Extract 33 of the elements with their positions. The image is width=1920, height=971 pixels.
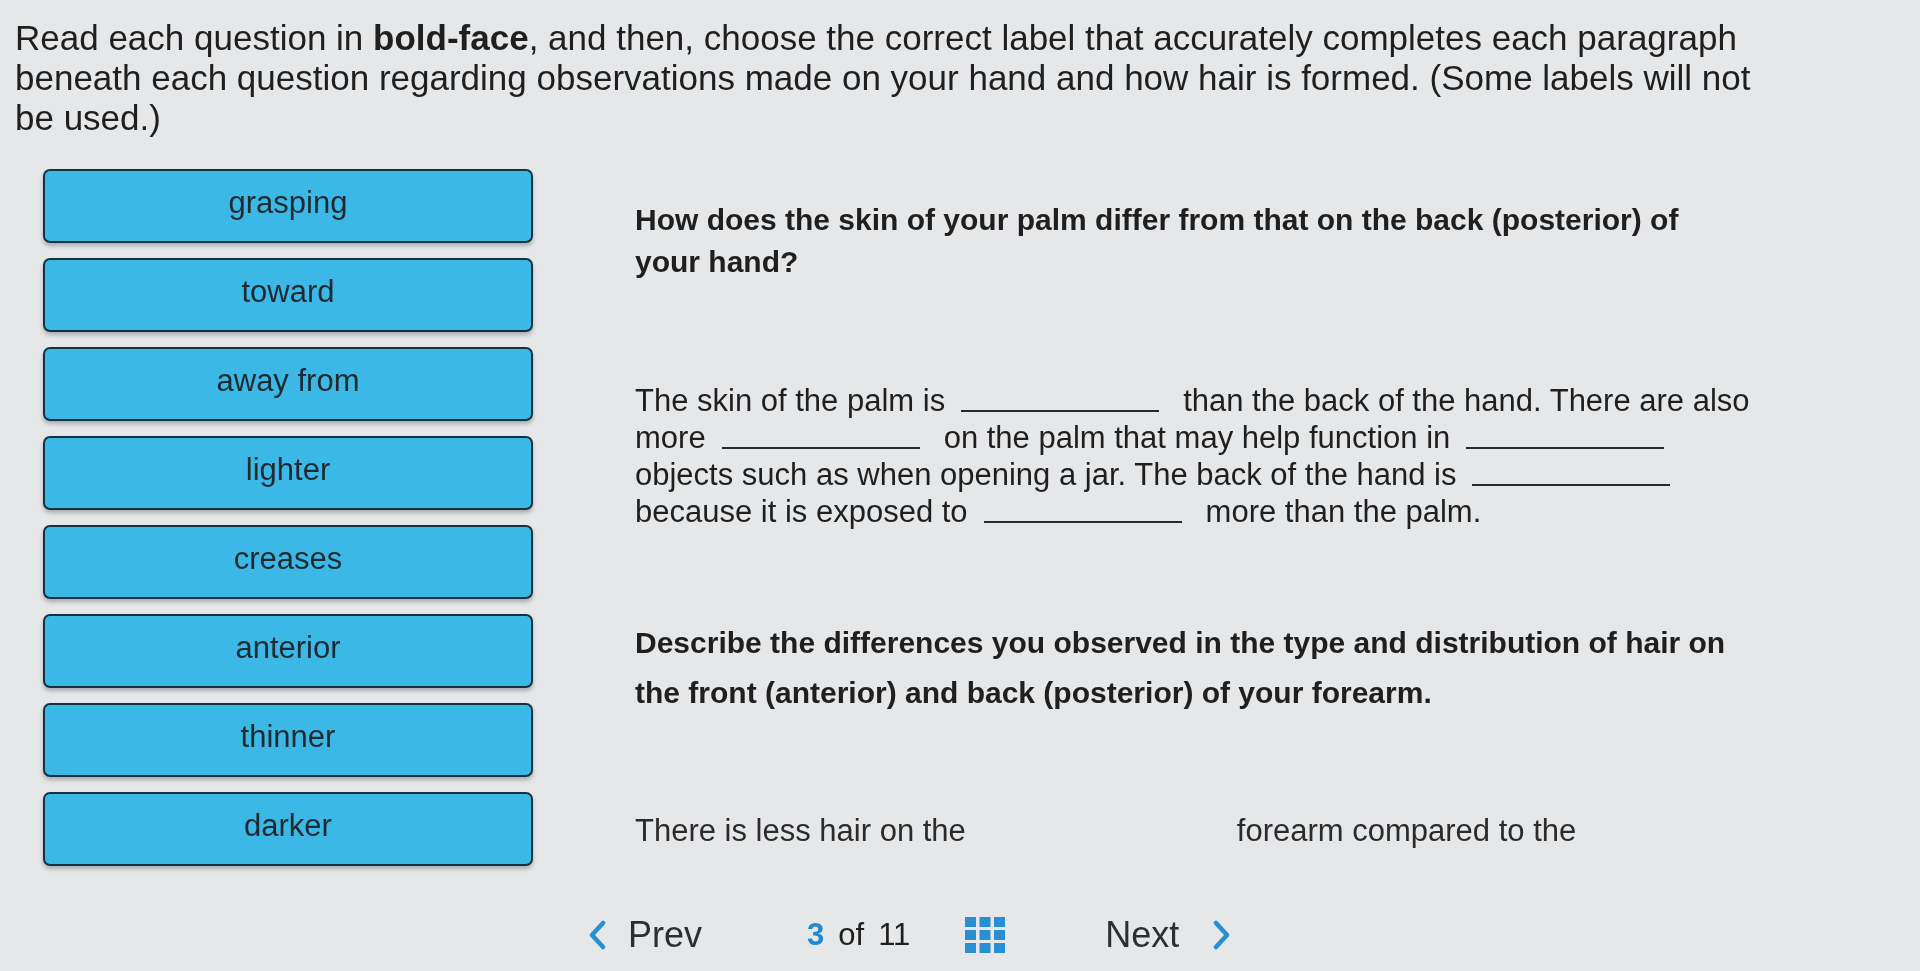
sentence-text: on the palm that may help function in [943,419,1451,456]
sentence-text: more than the palm. [1205,493,1482,530]
sentence-text: forearm compared to the [1236,812,1577,849]
answer-label-tile[interactable]: toward [43,258,533,332]
chevron-left-icon [588,920,606,950]
sentence-text: more [635,419,706,456]
grid-icon[interactable] [965,917,1006,953]
fill-in-line[interactable] [983,521,1182,523]
sentence-text: There is less hair on the [635,812,966,849]
sentence-text: than the back of the hand. There are also [1183,382,1750,419]
sentence-text: objects such as when opening a jar. The back of the hand is [635,456,1457,493]
next-button[interactable]: Next [1105,914,1232,956]
answer-label-tile[interactable]: grasping [43,169,533,243]
sentence-text: because it is exposed to [635,493,968,530]
fill-in-line[interactable] [1472,484,1671,486]
prev-button[interactable]: Prev [588,914,703,956]
fill-in-line[interactable] [1466,447,1665,449]
question-text: How does the skin of your palm differ from that on the back (posterior) of your hand? [635,202,1680,280]
question-text: Describe the differences you observed in the type and distribution of hair on the front (anterior) and back (posterior) of your forearm. [635,625,1727,711]
answer-label-tile[interactable]: lighter [43,436,533,510]
answer-label-tile[interactable]: away from [43,347,533,421]
total-pages-number: 11 [878,917,911,953]
fill-in-line[interactable] [721,447,920,449]
fill-in-line[interactable] [961,410,1160,412]
page-of-text: of [838,917,865,953]
answer-label-tile[interactable]: darker [43,792,533,866]
current-page-number: 3 [807,917,825,953]
instructions-text: Read each question in bold-face, and then, choose the correct label that accurately completes each paragraph beneath each question regarding observations made on your hand and how hair is formed. (Some labels will not be used.) [15,18,1752,138]
chevron-right-icon [1213,920,1232,950]
sentence-text: The skin of the palm is [635,382,946,419]
answer-label-tile[interactable]: anterior [43,614,533,688]
answer-label-tile[interactable]: creases [43,525,533,599]
answer-label-tile[interactable]: thinner [43,703,533,777]
